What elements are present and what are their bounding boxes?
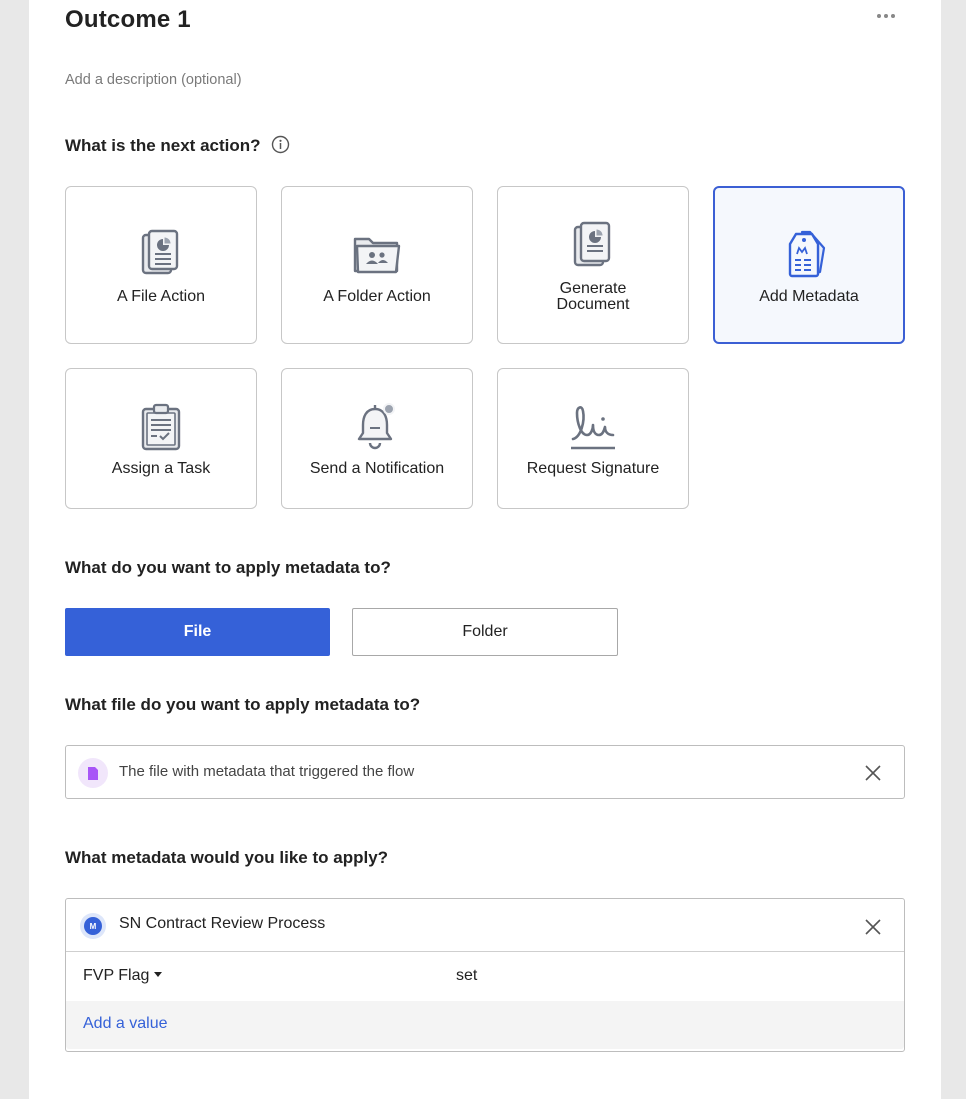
metadata-template-badge: M [84, 917, 102, 935]
action-card-label: Generate Document [556, 280, 630, 313]
remove-template-icon[interactable] [863, 917, 883, 937]
metadata-field-value[interactable]: set [456, 967, 477, 985]
chevron-down-icon [154, 972, 163, 977]
action-card-assign-task[interactable]: Assign a Task [65, 368, 257, 509]
apply-to-question: What do you want to apply metadata to? [65, 558, 391, 577]
action-card-send-notification[interactable]: Send a Notification [281, 368, 473, 509]
outcome-title[interactable]: Outcome 1 [65, 6, 191, 34]
action-card-label: A File Action [116, 288, 206, 305]
action-card-generate-document[interactable]: Generate Document [497, 186, 689, 344]
signature-icon [567, 401, 619, 456]
target-file-selector[interactable]: The file with metadata that triggered th… [65, 745, 905, 799]
next-action-question-text: What is the next action? [65, 136, 261, 155]
target-file-value: The file with metadata that triggered th… [119, 763, 415, 780]
folder-action-icon [352, 233, 402, 280]
action-card-label: A Folder Action [323, 288, 431, 305]
action-card-label: Add Metadata [759, 288, 859, 305]
divider [66, 951, 904, 952]
description-input[interactable]: Add a description (optional) [65, 72, 242, 88]
add-value-link[interactable]: Add a value [83, 1015, 168, 1033]
file-toggle-button[interactable]: File [65, 608, 330, 656]
action-card-request-signature[interactable]: Request Signature [497, 368, 689, 509]
action-card-label: Request Signature [526, 460, 660, 477]
add-value-row: Add a value [66, 1001, 904, 1049]
action-card-label: Assign a Task [111, 460, 211, 477]
metadata-tag-icon [786, 228, 832, 285]
metadata-template-icon: M [80, 913, 106, 939]
folder-toggle-button[interactable]: Folder [352, 608, 618, 656]
generate-document-icon [572, 221, 614, 276]
target-file-question: What file do you want to apply metadata … [65, 695, 421, 714]
action-card-add-metadata[interactable]: Add Metadata [713, 186, 905, 344]
file-icon [78, 758, 108, 788]
info-icon[interactable] [271, 135, 290, 154]
next-action-question: What is the next action? [65, 135, 290, 156]
metadata-field-dropdown[interactable]: FVP Flag [83, 967, 163, 985]
clear-file-icon[interactable] [863, 763, 883, 783]
metadata-template-card: M SN Contract Review Process FVP Flag se… [65, 898, 905, 1052]
action-card-label: Send a Notification [309, 460, 445, 477]
action-card-folder-action[interactable]: A Folder Action [281, 186, 473, 344]
file-action-icon [140, 229, 182, 284]
bell-icon [354, 401, 400, 456]
clipboard-task-icon [139, 403, 183, 456]
action-card-file-action[interactable]: A File Action [65, 186, 257, 344]
more-options-icon[interactable] [872, 4, 900, 28]
metadata-template-name: SN Contract Review Process [119, 915, 326, 932]
metadata-question: What metadata would you like to apply? [65, 848, 389, 867]
metadata-field-name: FVP Flag [83, 967, 150, 984]
